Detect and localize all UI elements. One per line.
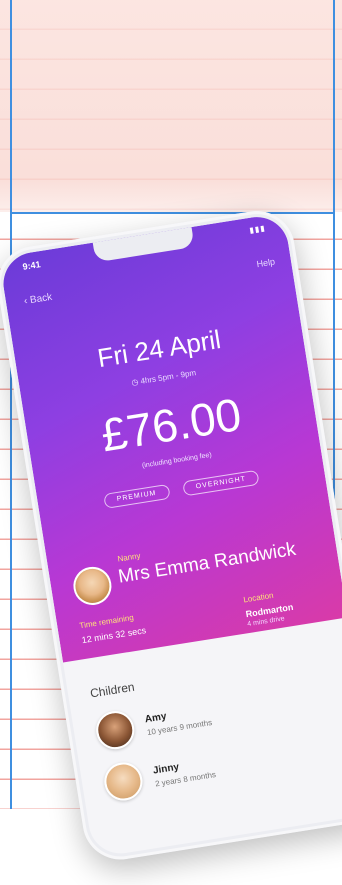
time-range-text: 4hrs 5pm - 9pm xyxy=(139,368,197,386)
chip-premium[interactable]: PREMIUM xyxy=(102,483,171,509)
children-heading: Children xyxy=(89,679,136,701)
left-margin-line xyxy=(10,0,12,809)
chip-overnight[interactable]: OVERNIGHT xyxy=(181,469,260,497)
nanny-label: Nanny xyxy=(116,551,142,564)
status-icons: ▮▮▮ xyxy=(248,223,267,235)
list-item[interactable]: Amy 10 years 9 months xyxy=(93,696,214,752)
pink-header-band xyxy=(0,0,342,212)
booking-chips: PREMIUM OVERNIGHT xyxy=(38,459,325,519)
nanny-name[interactable]: Mrs Emma Randwick xyxy=(117,539,298,589)
location-label: Location xyxy=(242,590,275,605)
booking-hero: 9:41 ▮▮▮ ‹ Back Help Fri 24 April ◷ 4hrs… xyxy=(0,212,342,663)
nanny-avatar[interactable] xyxy=(70,564,115,608)
back-button[interactable]: ‹ Back xyxy=(23,292,53,307)
child-avatar xyxy=(93,708,138,752)
child-avatar xyxy=(101,759,146,804)
help-link[interactable]: Help xyxy=(256,256,276,269)
back-label: Back xyxy=(29,291,53,307)
list-item[interactable]: Jinny 2 years 8 months xyxy=(101,748,218,804)
status-time: 9:41 xyxy=(21,259,42,272)
